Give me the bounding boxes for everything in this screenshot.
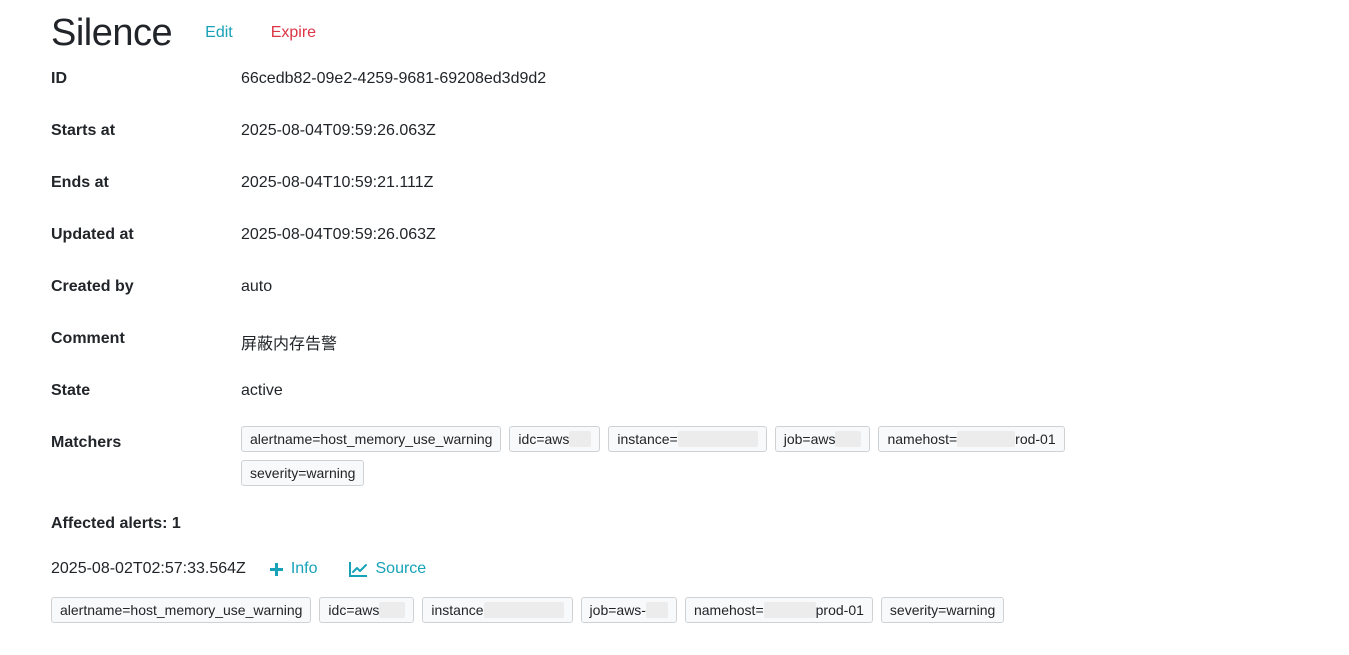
redacted-text (763, 601, 816, 618)
alert-label-chip[interactable]: namehost= prod-01 (684, 597, 873, 623)
matcher-chip[interactable]: idc=aws (509, 426, 601, 452)
detail-row-comment: Comment 屏蔽内存告警 (51, 330, 337, 354)
detail-row-id: ID 66cedb82-09e2-4259-9681-69208ed3d9d2 (51, 70, 546, 88)
matcher-chip-text: namehost= (887, 431, 958, 447)
page-header: Silence Edit Expire (51, 8, 316, 58)
alert-label-text: instance (431, 602, 484, 618)
detail-row-state: State active (51, 382, 283, 400)
matcher-chip-text: idc=aws (518, 431, 570, 447)
updated-at-value: 2025-08-04T09:59:26.063Z (241, 226, 436, 243)
matcher-chip-suffix: rod-01 (1015, 431, 1056, 447)
matcher-chip[interactable]: namehost= rod-01 (878, 426, 1065, 452)
alert-label-text: job=aws- (589, 602, 646, 618)
state-label: State (51, 382, 91, 399)
matcher-chip[interactable]: alertname=host_memory_use_warning (241, 426, 502, 452)
created-by-label: Created by (51, 278, 134, 295)
matcher-chip-text: job=aws (783, 431, 836, 447)
ends-at-label: Ends at (51, 174, 109, 191)
redacted-text (569, 430, 592, 447)
state-value: active (241, 382, 283, 399)
ends-at-value: 2025-08-04T10:59:21.111Z (241, 174, 434, 191)
redacted-text (645, 601, 668, 618)
matchers-list: alertname=host_memory_use_warning idc=aw… (241, 426, 1101, 486)
starts-at-label: Starts at (51, 122, 116, 139)
detail-row-starts: Starts at 2025-08-04T09:59:26.063Z (51, 122, 436, 140)
edit-link[interactable]: Edit (205, 24, 233, 42)
alert-item: 2025-08-02T02:57:33.564Z Info Source (51, 560, 426, 578)
redacted-text (483, 601, 564, 618)
alert-label-suffix: prod-01 (815, 602, 864, 618)
alert-label-chip[interactable]: severity=warning (880, 597, 1005, 623)
alert-label-text: alertname=host_memory_use_warning (60, 602, 303, 618)
matcher-chip-text: alertname=host_memory_use_warning (250, 431, 493, 447)
alert-label-chip[interactable]: idc=aws (319, 597, 415, 623)
id-value: 66cedb82-09e2-4259-9681-69208ed3d9d2 (241, 70, 547, 87)
alert-label-chip[interactable]: job=aws- (580, 597, 677, 623)
info-button[interactable]: Info (269, 560, 318, 578)
alert-label-text: namehost= (693, 602, 764, 618)
alert-label-text: idc=aws (328, 602, 380, 618)
redacted-text (957, 430, 1016, 447)
matcher-chip[interactable]: instance= (608, 426, 767, 452)
chart-line-icon (348, 562, 367, 577)
matcher-chip[interactable]: severity=warning (241, 460, 365, 486)
alert-label-chip[interactable]: instance (422, 597, 573, 623)
alert-label-chip[interactable]: alertname=host_memory_use_warning (51, 597, 312, 623)
redacted-text (677, 430, 758, 447)
created-by-value: auto (241, 278, 273, 295)
alert-timestamp: 2025-08-02T02:57:33.564Z (51, 560, 246, 577)
affected-alerts-heading: Affected alerts: 1 (51, 515, 181, 532)
plus-icon (269, 562, 283, 576)
source-label: Source (375, 560, 427, 577)
detail-row-ends: Ends at 2025-08-04T10:59:21.111Z (51, 174, 433, 192)
id-label: ID (51, 70, 67, 87)
detail-row-matchers: Matchers alertname=host_memory_use_warni… (51, 426, 1101, 486)
comment-value: 屏蔽内存告警 (241, 336, 338, 353)
matcher-chip[interactable]: job=aws (774, 426, 871, 452)
expire-link[interactable]: Expire (271, 24, 316, 42)
matcher-chip-text: severity=warning (250, 465, 356, 481)
source-button[interactable]: Source (348, 560, 427, 578)
page-title: Silence (51, 11, 173, 54)
matcher-chip-text: instance= (617, 431, 678, 447)
detail-row-created-by: Created by auto (51, 278, 272, 296)
matchers-label: Matchers (51, 434, 122, 451)
updated-at-label: Updated at (51, 226, 134, 243)
alert-label-text: severity=warning (889, 602, 996, 618)
comment-label: Comment (51, 330, 125, 347)
starts-at-value: 2025-08-04T09:59:26.063Z (241, 122, 436, 139)
redacted-text (835, 430, 862, 447)
alert-labels-list: alertname=host_memory_use_warning idc=aw… (51, 597, 1005, 623)
info-label: Info (290, 560, 318, 577)
detail-row-updated: Updated at 2025-08-04T09:59:26.063Z (51, 226, 436, 244)
redacted-text (379, 601, 406, 618)
